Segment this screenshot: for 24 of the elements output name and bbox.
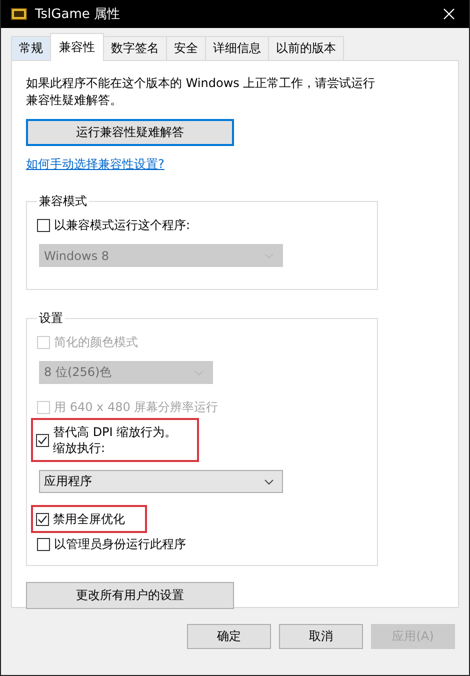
tab[interactable]: 兼容性 <box>50 33 104 61</box>
checkbox[interactable] <box>37 218 50 232</box>
checkbox[interactable] <box>36 434 49 446</box>
checkbox[interactable] <box>37 538 50 550</box>
checkbox-row[interactable]: 替代高 DPI 缩放行为。 缩放执行: <box>31 418 199 462</box>
dialog-button[interactable]: 确定 <box>187 624 271 649</box>
checkbox-row[interactable]: 以兼容模式运行这个程序: <box>37 214 190 236</box>
group-title: 兼容模式 <box>38 193 88 210</box>
troubleshoot-button[interactable]: 运行兼容性疑难解答 <box>26 119 234 146</box>
tab[interactable]: 常规 <box>11 36 51 61</box>
dropdown[interactable]: 应用程序 <box>39 470 283 493</box>
checkbox-row[interactable]: 以管理员身份运行此程序 <box>37 533 186 555</box>
chevron-down-icon <box>264 478 274 484</box>
close-icon[interactable] <box>443 8 455 20</box>
dialog-button[interactable]: 取消 <box>279 624 363 649</box>
app-icon <box>11 8 27 20</box>
all-users-button[interactable]: 更改所有用户的设置 <box>26 582 234 609</box>
checkbox-row[interactable]: 禁用全屏优化 <box>31 505 147 533</box>
tab[interactable]: 以前的版本 <box>268 36 344 61</box>
help-link[interactable]: 如何手动选择兼容性设置? <box>26 156 164 173</box>
window-title: TslGame 属性 <box>35 6 122 23</box>
group-title: 设置 <box>38 310 64 327</box>
checkbox[interactable] <box>36 512 49 526</box>
intro-text: 如果此程序不能在这个版本的 Windows 上正常工作，请尝试运行兼容性疑难解答。 <box>26 75 376 109</box>
